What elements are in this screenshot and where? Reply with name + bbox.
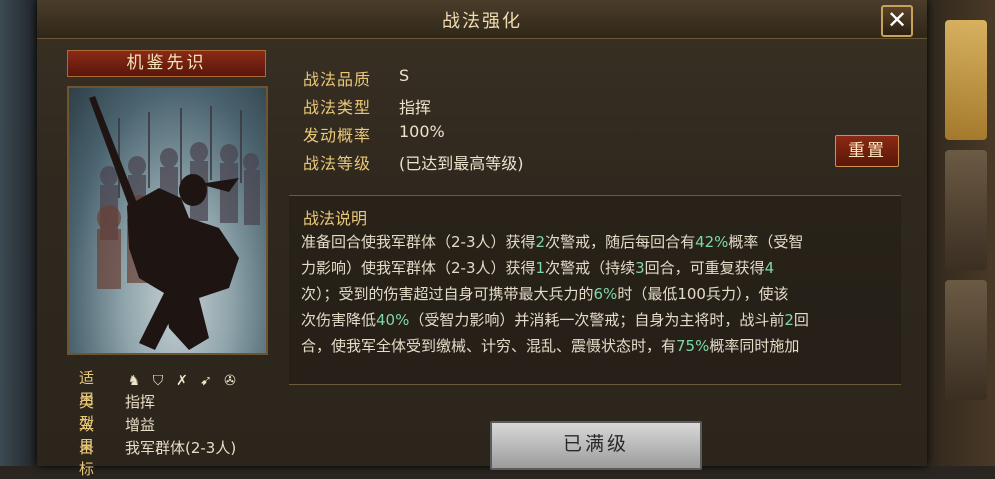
description-segment: 次）；受到的伤害超过自身可携带最大兵力的 — [301, 285, 594, 303]
description-segment: 准备回合使我军群体（2-3人）获得 — [301, 233, 536, 251]
shield-icon: ⛉ — [152, 373, 164, 389]
property-value: S — [399, 66, 410, 85]
property-label: 战法品质 — [303, 70, 372, 89]
tactic-enhance-dialog: 战法强化 ✕ 机鉴先识 适用 ♞ ⛉ ✗ ➹ ✇ 类型 指挥 效果 增益 目标 … — [37, 0, 927, 478]
property-label: 战法类型 — [303, 98, 372, 117]
description-segment: 回 — [793, 311, 809, 329]
description-segment: 回合，可重复获得 — [644, 259, 765, 277]
description-highlight: 75% — [676, 337, 710, 355]
max-level-button[interactable]: 已满级 — [490, 421, 702, 470]
description-text: 准备回合使我军群体（2-3人）获得2次警戒，随后每回合有42%概率（受智 力影响）… — [301, 229, 893, 359]
attribute-value: 指挥 — [125, 393, 156, 411]
description-highlight: 42% — [695, 233, 729, 251]
reset-button[interactable]: 重置 — [835, 135, 899, 167]
background-side-tab — [945, 20, 987, 140]
property-label: 发动概率 — [303, 126, 372, 145]
description-line: 次）；受到的伤害超过自身可携带最大兵力的6%时（最低100兵力），使该 — [301, 281, 893, 307]
attribute-label: 目标 — [79, 439, 95, 478]
tactic-artwork — [67, 86, 268, 355]
background-left — [0, 0, 40, 466]
description-highlight: 1 — [535, 259, 546, 277]
close-button[interactable]: ✕ — [881, 5, 913, 37]
description-highlight: 6% — [593, 285, 618, 303]
bow-icon: ✗ — [176, 373, 188, 389]
description-highlight: 4 — [764, 259, 775, 277]
description-highlight: 2 — [784, 311, 794, 329]
attribute-value: 我军群体(2-3人) — [125, 439, 237, 457]
description-segment: 次伤害降低 — [301, 311, 377, 329]
background-side-tab — [945, 280, 987, 400]
description-segment: 力影响）使我军群体（2-3人）获得 — [301, 259, 536, 277]
dialog-title: 战法强化 — [442, 11, 522, 32]
description-highlight: 2 — [535, 233, 546, 251]
description-segment: 次警戒（持续 — [545, 259, 636, 277]
property-value: 指挥 — [399, 98, 432, 117]
description-line: 次伤害降低40%（受智力影响）并消耗一次警戒；自身为主将时，战斗前2回 — [301, 307, 893, 333]
description-segment: 合，使我军全体受到缴械、计穷、混乱、震慑状态时，有 — [301, 337, 677, 355]
description-line: 力影响）使我军群体（2-3人）获得1次警戒（持续3回合，可重复获得4 — [301, 255, 893, 281]
wheel-icon: ✇ — [224, 373, 236, 389]
property-value: (已达到最高等级) — [399, 154, 524, 173]
description-line: 合，使我军全体受到缴械、计穷、混乱、震慑状态时，有75%概率同时施加 — [301, 333, 893, 359]
applicable-troop-icons: ♞ ⛉ ✗ ➹ ✇ — [125, 370, 245, 389]
description-segment: 时（最低100兵力），使该 — [617, 285, 789, 303]
close-icon: ✕ — [886, 6, 908, 34]
attribute-value: 增益 — [125, 416, 156, 434]
description-segment: 次警戒，随后每回合有 — [545, 233, 696, 251]
description-segment: 概率（受智 — [728, 233, 804, 251]
tactic-name: 机鉴先识 — [67, 50, 266, 77]
property-label: 战法等级 — [303, 154, 372, 173]
description-highlight: 40% — [376, 311, 410, 329]
property-value: 100% — [399, 122, 445, 141]
description-line: 准备回合使我军群体（2-3人）获得2次警戒，随后每回合有42%概率（受智 — [301, 229, 893, 255]
description-segment: 概率同时施加 — [709, 337, 800, 355]
tactic-description-panel: 战法说明 准备回合使我军群体（2-3人）获得2次警戒，随后每回合有42%概率（受… — [289, 195, 901, 385]
description-title: 战法说明 — [303, 209, 368, 228]
spear-icon: ➹ — [200, 373, 212, 389]
description-segment: （受智力影响）并消耗一次警戒；自身为主将时，战斗前 — [409, 311, 785, 329]
cavalry-icon: ♞ — [127, 373, 141, 389]
dialog-titlebar: 战法强化 ✕ — [37, 0, 927, 39]
description-highlight: 3 — [635, 259, 645, 277]
background-side-tab — [945, 150, 987, 270]
